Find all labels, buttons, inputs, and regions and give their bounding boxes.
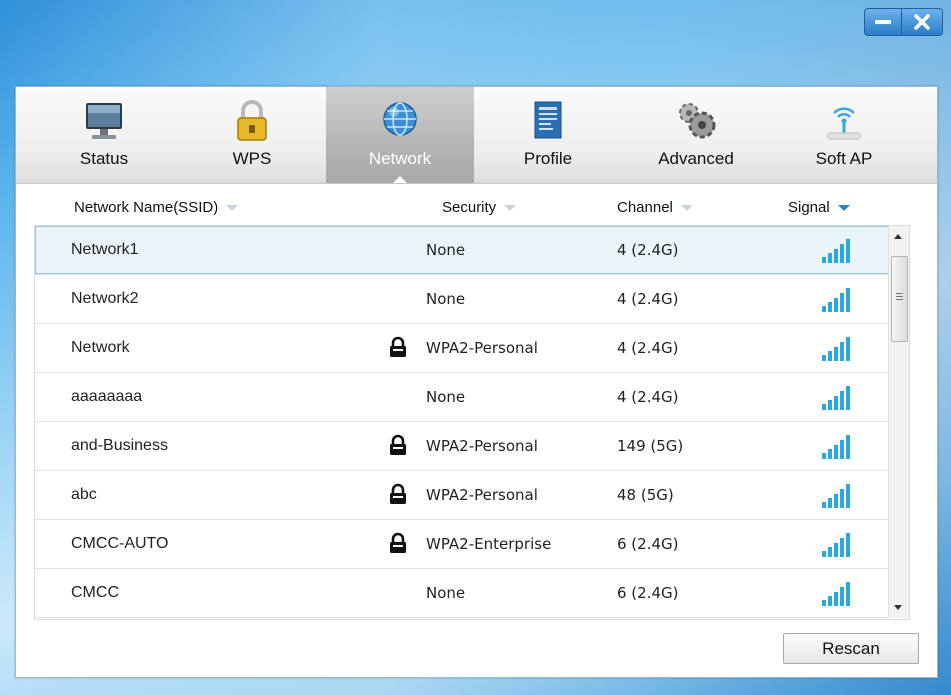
monitor-icon (86, 103, 122, 139)
lock-icon (390, 336, 406, 357)
security-label: None (426, 388, 466, 406)
security-label: WPA2-Personal (426, 486, 538, 504)
network-row[interactable]: CMCC-AUTO WPA2-Enterprise 6 (2.4G) (35, 520, 909, 569)
signal-strength-icon (822, 288, 850, 312)
grip-icon (896, 293, 903, 294)
lock-icon (390, 483, 406, 504)
tab-soft-ap[interactable]: Soft AP (770, 87, 918, 183)
column-header-ssid[interactable]: Network Name(SSID) (74, 199, 239, 216)
gears-icon (679, 103, 716, 139)
ssid-label: aaaaaaaa (71, 388, 143, 405)
tab-label: Soft AP (815, 149, 873, 168)
tab-profile[interactable]: Profile (474, 87, 622, 183)
signal-strength-icon (822, 582, 850, 606)
active-tab-indicator (393, 176, 407, 183)
close-icon (914, 14, 930, 30)
sort-icon (226, 204, 239, 211)
signal-strength-icon (822, 337, 850, 361)
network-row[interactable]: Network1 None 4 (2.4G) (35, 226, 909, 275)
tab-toolbar: Status WPS Network Profile Advanced Soft… (16, 87, 937, 184)
column-label: Security (442, 199, 497, 216)
app-window: Status WPS Network Profile Advanced Soft… (0, 0, 951, 695)
ssid-label: Network1 (71, 241, 139, 258)
lock-icon (390, 434, 406, 455)
network-row[interactable]: aaaaaaaa None 4 (2.4G) (35, 373, 909, 422)
scroll-up-icon[interactable] (894, 234, 902, 239)
tab-label: Advanced (658, 149, 734, 168)
channel-label: 4 (2.4G) (617, 339, 679, 357)
signal-strength-icon (822, 484, 850, 508)
channel-label: 149 (5G) (617, 437, 684, 455)
rescan-button[interactable]: Rescan (783, 633, 919, 664)
channel-label: 48 (5G) (617, 486, 674, 504)
lock-icon (390, 532, 406, 553)
security-label: WPA2-Personal (426, 339, 538, 357)
document-icon (534, 101, 562, 139)
security-label: None (426, 290, 466, 308)
security-label: WPA2-Enterprise (426, 535, 552, 553)
sort-icon (680, 204, 693, 211)
column-header-channel[interactable]: Channel (617, 199, 693, 216)
channel-label: 6 (2.4G) (617, 584, 679, 602)
tab-label: Status (79, 149, 129, 168)
minimize-button[interactable] (864, 8, 902, 36)
tab-wps[interactable]: WPS (178, 87, 326, 183)
globe-icon (383, 102, 417, 136)
channel-label: 4 (2.4G) (617, 290, 679, 308)
vertical-scrollbar[interactable] (888, 226, 909, 618)
column-header-signal[interactable]: Signal (788, 199, 850, 216)
signal-strength-icon (822, 435, 850, 459)
ssid-label: CMCC-AUTO (71, 535, 169, 552)
main-panel: Status WPS Network Profile Advanced Soft… (15, 86, 938, 678)
column-label: Signal (788, 199, 830, 216)
tab-advanced[interactable]: Advanced (622, 87, 770, 183)
scrollbar-thumb[interactable] (891, 256, 908, 342)
signal-strength-icon (822, 533, 850, 557)
tab-label: WPS (232, 149, 272, 168)
security-label: WPA2-Personal (426, 437, 538, 455)
window-controls (864, 8, 943, 36)
ssid-label: CMCC (71, 584, 119, 601)
channel-label: 6 (2.4G) (617, 535, 679, 553)
channel-label: 4 (2.4G) (617, 388, 679, 406)
tab-network[interactable]: Network (326, 87, 474, 183)
signal-strength-icon (822, 386, 850, 410)
security-label: None (426, 241, 466, 259)
ssid-label: and-Business (71, 437, 168, 454)
tab-label: Profile (523, 149, 573, 168)
column-label: Channel (617, 199, 673, 216)
column-header-security[interactable]: Security (442, 199, 517, 216)
network-row[interactable]: abc WPA2-Personal 48 (5G) (35, 471, 909, 520)
column-label: Network Name(SSID) (74, 199, 219, 216)
sort-icon (504, 204, 517, 211)
minimize-icon (875, 20, 891, 24)
ssid-label: Network2 (71, 290, 139, 307)
scroll-down-icon[interactable] (894, 605, 902, 610)
access-point-icon (827, 107, 861, 140)
network-row[interactable]: CMCC None 6 (2.4G) (35, 569, 909, 618)
channel-label: 4 (2.4G) (617, 241, 679, 259)
network-row[interactable]: Network WPA2-Personal 4 (2.4G) (35, 324, 909, 373)
tab-status[interactable]: Status (30, 87, 178, 183)
network-row[interactable]: and-Business WPA2-Personal 149 (5G) (35, 422, 909, 471)
network-row[interactable]: Network2 None 4 (2.4G) (35, 275, 909, 324)
tab-label: Network (368, 149, 432, 168)
ssid-label: Network (71, 339, 130, 356)
sort-descending-icon (837, 204, 850, 211)
signal-strength-icon (822, 239, 850, 263)
ssid-label: abc (71, 486, 97, 503)
network-list[interactable]: Network1 None 4 (2.4G) Network2 None 4 (… (34, 225, 910, 620)
list-header: Network Name(SSID) Security Channel Sign… (34, 191, 918, 225)
padlock-icon (237, 100, 267, 141)
security-label: None (426, 584, 466, 602)
close-button[interactable] (902, 8, 943, 36)
